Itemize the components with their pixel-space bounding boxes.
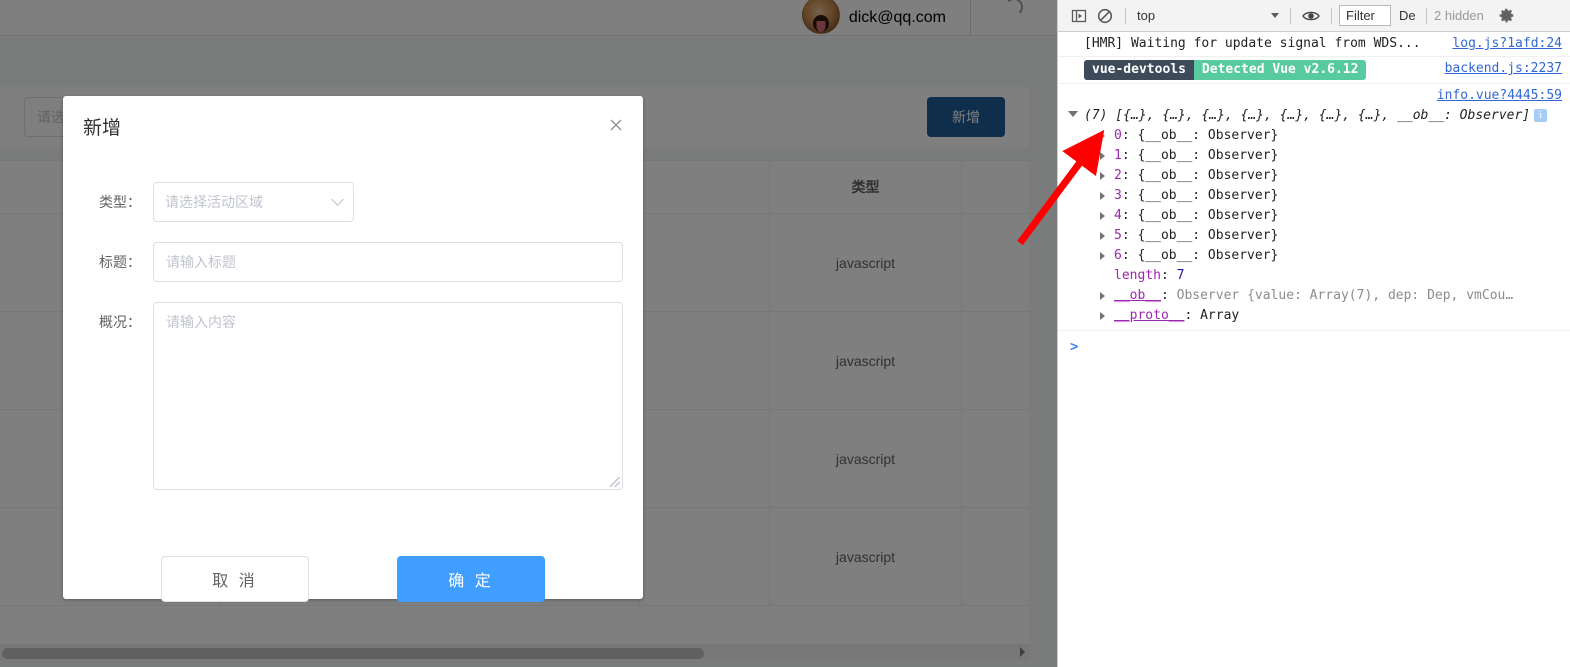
console-message-hmr[interactable]: [HMR] Waiting for update signal from WDS… <box>1058 32 1570 57</box>
resize-handle-icon[interactable] <box>610 477 620 487</box>
property-key: 1 <box>1114 148 1122 163</box>
property-value: Array <box>1200 308 1240 323</box>
property-value: {__ob__: Observer} <box>1137 248 1279 263</box>
application-pane: dick@qq.com 请选择 请输入内容 搜索 新增 <box>0 0 1057 667</box>
expand-triangle-icon[interactable] <box>1100 212 1105 220</box>
title-input[interactable]: 请输入标题 <box>153 242 623 282</box>
property-value: Observer {value: Array(7), dep: Dep, vmC… <box>1176 288 1514 303</box>
confirm-button[interactable]: 确 定 <box>397 556 545 602</box>
close-icon[interactable] <box>607 116 625 134</box>
eye-icon[interactable] <box>1298 3 1324 29</box>
add-dialog: 新增 类型： 请选择活动区域 标题： 请输入标题 概况： 请输入内容 取 消 确… <box>63 96 643 602</box>
message-source-link[interactable]: log.js?1afd:24 <box>1452 35 1562 53</box>
property-key: 6 <box>1114 248 1122 263</box>
property-key: 4 <box>1114 208 1122 223</box>
hidden-messages-count[interactable]: 2 hidden <box>1434 8 1484 23</box>
property-key: 5 <box>1114 228 1122 243</box>
message-source-link[interactable]: backend.js:2237 <box>1445 60 1562 78</box>
expand-triangle-icon[interactable] <box>1068 111 1078 117</box>
expand-triangle-icon[interactable] <box>1100 232 1105 240</box>
property-value: 7 <box>1176 268 1185 283</box>
object-property-row[interactable]: __ob__: Observer {value: Array(7), dep: … <box>1084 286 1562 306</box>
dialog-title: 新增 <box>83 118 122 139</box>
info-icon[interactable]: i <box>1534 109 1548 122</box>
console-prompt[interactable]: > <box>1058 331 1570 359</box>
type-label: 类型： <box>99 194 141 210</box>
property-key: 3 <box>1114 188 1122 203</box>
property-value: {__ob__: Observer} <box>1137 148 1279 163</box>
devtools-console-panel: top Filter De 2 hidden [HMR] Waiting for… <box>1057 0 1570 667</box>
title-input-placeholder: 请输入标题 <box>166 254 236 270</box>
filter-placeholder: Filter <box>1346 8 1375 23</box>
filter-input[interactable]: Filter <box>1339 5 1391 26</box>
console-message-vue-devtools[interactable]: vue-devtools Detected Vue v2.6.12 backen… <box>1058 57 1570 84</box>
expand-triangle-icon[interactable] <box>1100 152 1105 160</box>
expand-triangle-icon[interactable] <box>1100 292 1105 300</box>
expand-triangle-icon[interactable] <box>1100 172 1105 180</box>
property-key: length <box>1114 268 1161 283</box>
field-type: 类型： 请选择活动区域 <box>91 182 354 222</box>
object-property-row[interactable]: 3: {__ob__: Observer} <box>1084 186 1562 206</box>
type-select[interactable]: 请选择活动区域 <box>153 182 354 222</box>
object-property-row[interactable]: 6: {__ob__: Observer} <box>1084 246 1562 266</box>
object-property-row[interactable]: 0: {__ob__: Observer} <box>1084 126 1562 146</box>
expand-triangle-icon[interactable] <box>1100 192 1105 200</box>
prompt-caret-icon: > <box>1070 339 1079 355</box>
panel-toggle-icon[interactable] <box>1066 3 1092 29</box>
execution-context-select[interactable]: top <box>1133 5 1283 27</box>
execution-context-value: top <box>1137 8 1156 23</box>
property-key: 2 <box>1114 168 1122 183</box>
object-property-row[interactable]: 5: {__ob__: Observer} <box>1084 226 1562 246</box>
gear-icon[interactable] <box>1494 3 1520 29</box>
expand-triangle-icon[interactable] <box>1100 252 1105 260</box>
console-object-log[interactable]: info.vue?4445:59 (7) [{…}, {…}, {…}, {…}… <box>1058 84 1570 331</box>
property-value: {__ob__: Observer} <box>1137 208 1279 223</box>
title-label: 标题： <box>99 254 141 270</box>
cancel-button[interactable]: 取 消 <box>161 556 309 602</box>
object-property-row[interactable]: __proto__: Array <box>1084 306 1562 326</box>
property-value: {__ob__: Observer} <box>1137 128 1279 143</box>
property-key: __ob__ <box>1114 288 1161 303</box>
property-value: {__ob__: Observer} <box>1137 228 1279 243</box>
chevron-down-icon <box>1271 13 1279 18</box>
array-preview-text: (7) [{…}, {…}, {…}, {…}, {…}, {…}, {…}, … <box>1084 108 1531 123</box>
property-value: {__ob__: Observer} <box>1137 168 1279 183</box>
object-property-row[interactable]: 2: {__ob__: Observer} <box>1084 166 1562 186</box>
property-key: __proto__ <box>1114 308 1185 323</box>
field-title: 标题： 请输入标题 <box>91 242 623 282</box>
chevron-down-icon <box>331 193 344 206</box>
toolbar-divider <box>1125 7 1126 24</box>
console-toolbar: top Filter De 2 hidden <box>1058 0 1570 32</box>
summary-label: 概况： <box>99 314 141 330</box>
field-summary: 概况： 请输入内容 <box>91 302 623 490</box>
property-value: {__ob__: Observer} <box>1137 188 1279 203</box>
type-select-placeholder: 请选择活动区域 <box>165 194 263 210</box>
object-source-link[interactable]: info.vue?4445:59 <box>1437 86 1562 106</box>
screenshot-root: dick@qq.com 请选择 请输入内容 搜索 新增 <box>0 0 1570 667</box>
console-messages[interactable]: [HMR] Waiting for update signal from WDS… <box>1058 32 1570 667</box>
object-property-row[interactable]: length: 7 <box>1084 266 1562 286</box>
vue-version-badge: Detected Vue v2.6.12 <box>1193 60 1367 80</box>
summary-textarea[interactable]: 请输入内容 <box>153 302 623 490</box>
toolbar-divider <box>1290 7 1291 24</box>
expand-triangle-icon[interactable] <box>1100 132 1105 140</box>
log-level-select[interactable]: De <box>1399 8 1419 23</box>
object-property-row[interactable]: 1: {__ob__: Observer} <box>1084 146 1562 166</box>
toolbar-divider <box>1426 7 1427 24</box>
clear-console-icon[interactable] <box>1092 3 1118 29</box>
summary-textarea-placeholder: 请输入内容 <box>166 314 236 330</box>
vue-devtools-badge: vue-devtools <box>1084 60 1194 80</box>
expand-triangle-icon[interactable] <box>1100 312 1105 320</box>
property-key: 0 <box>1114 128 1122 143</box>
watermark: https://blog.csdn.net/dyw3390199 <box>1334 642 1564 659</box>
object-property-row[interactable]: 4: {__ob__: Observer} <box>1084 206 1562 226</box>
toolbar-divider <box>1331 7 1332 24</box>
